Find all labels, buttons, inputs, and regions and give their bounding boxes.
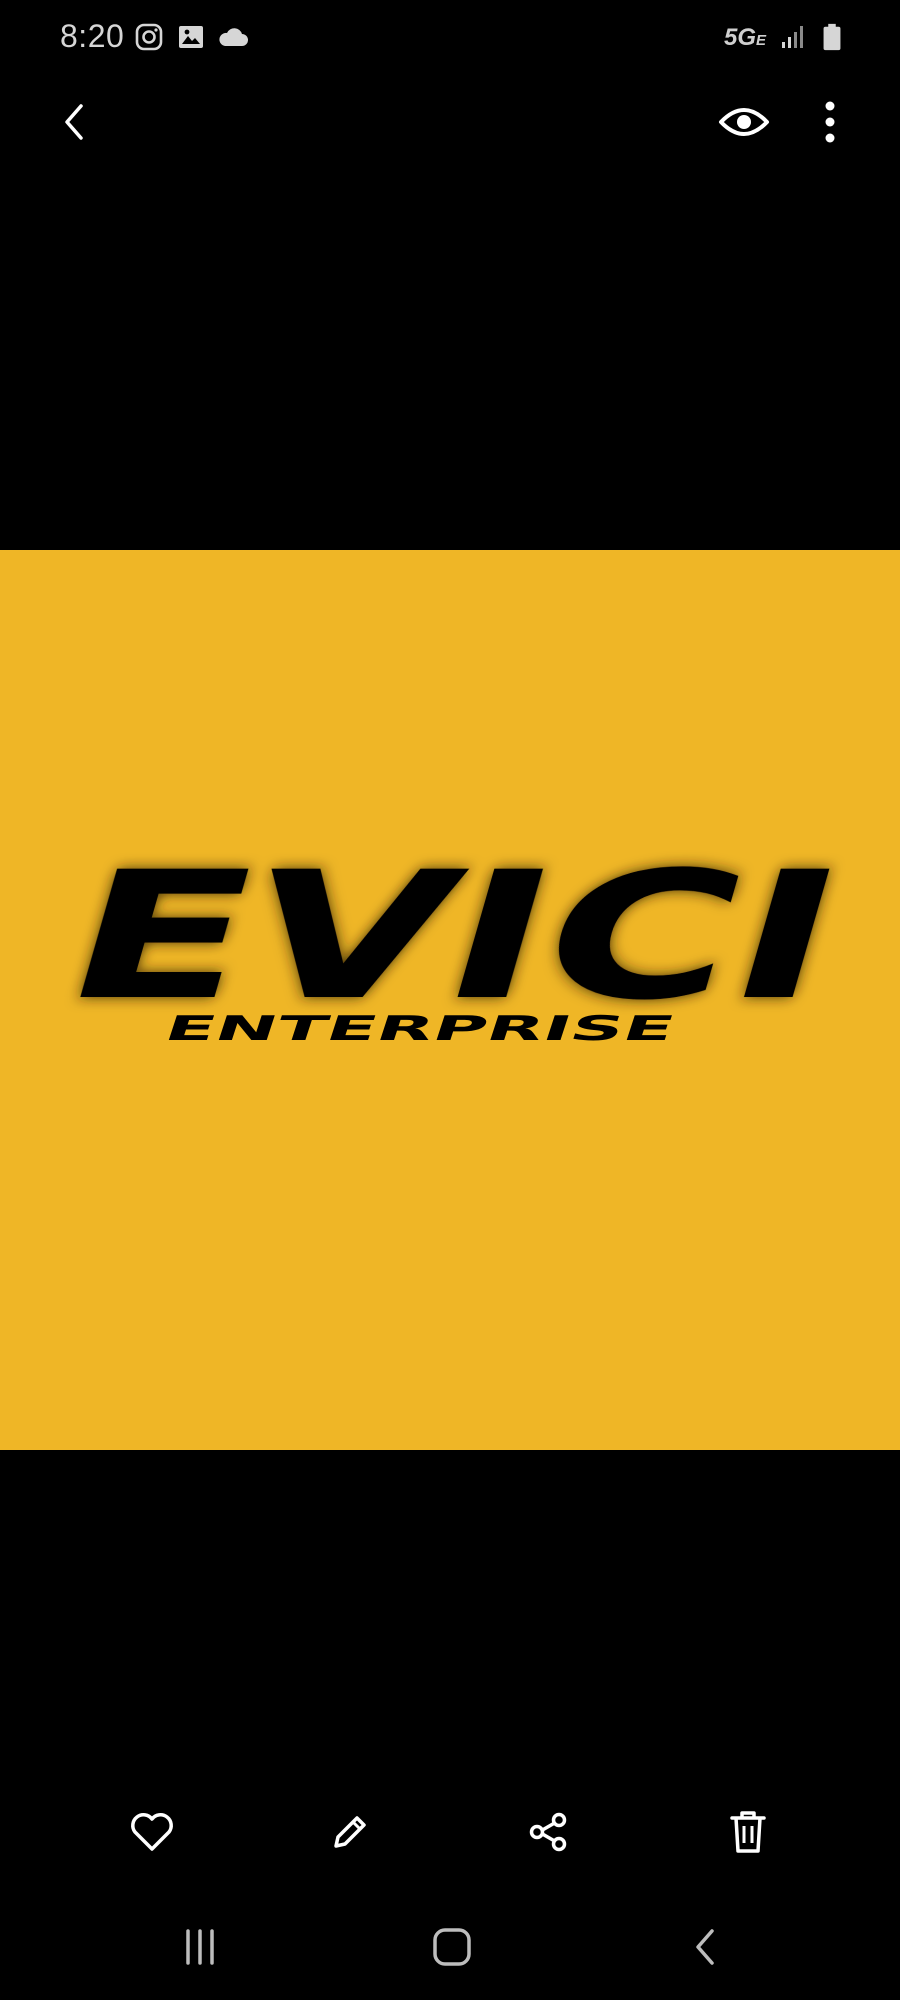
home-icon: [433, 1928, 471, 1966]
favorite-button[interactable]: [120, 1800, 184, 1864]
more-options-button[interactable]: [800, 92, 860, 152]
battery-icon: [823, 23, 841, 51]
back-icon: [696, 1929, 714, 1965]
photo-view[interactable]: EVICI ENTERPRISE: [0, 550, 900, 1450]
logo-title: EVICI: [44, 834, 863, 1039]
share-button[interactable]: [516, 1800, 580, 1864]
cloud-icon: [219, 28, 248, 46]
signal-icon: [782, 26, 803, 48]
evici-logo: EVICI ENTERPRISE: [44, 834, 863, 1049]
share-icon: [529, 1812, 567, 1852]
back-arrow-icon: [65, 104, 83, 140]
more-vertical-icon: [825, 101, 835, 143]
logo-subtitle: ENTERPRISE: [159, 1010, 680, 1049]
network-indicator: 5GE: [724, 24, 767, 51]
nav-back-button[interactable]: [664, 1915, 744, 1979]
recents-button[interactable]: [160, 1915, 240, 1979]
gallery-icon: [179, 26, 203, 48]
edit-button[interactable]: [318, 1800, 382, 1864]
status-bar: 8:20 5GE: [0, 0, 900, 76]
heart-icon: [131, 1813, 173, 1851]
status-time: 8:20: [60, 18, 125, 54]
eye-icon: [719, 108, 769, 136]
pencil-icon: [334, 1816, 366, 1848]
back-button[interactable]: [44, 92, 104, 152]
instagram-icon: [135, 23, 163, 51]
recents-icon: [186, 1929, 214, 1965]
home-button[interactable]: [412, 1915, 492, 1979]
visibility-button[interactable]: [714, 92, 774, 152]
trash-icon: [730, 1811, 766, 1853]
delete-button[interactable]: [716, 1800, 780, 1864]
